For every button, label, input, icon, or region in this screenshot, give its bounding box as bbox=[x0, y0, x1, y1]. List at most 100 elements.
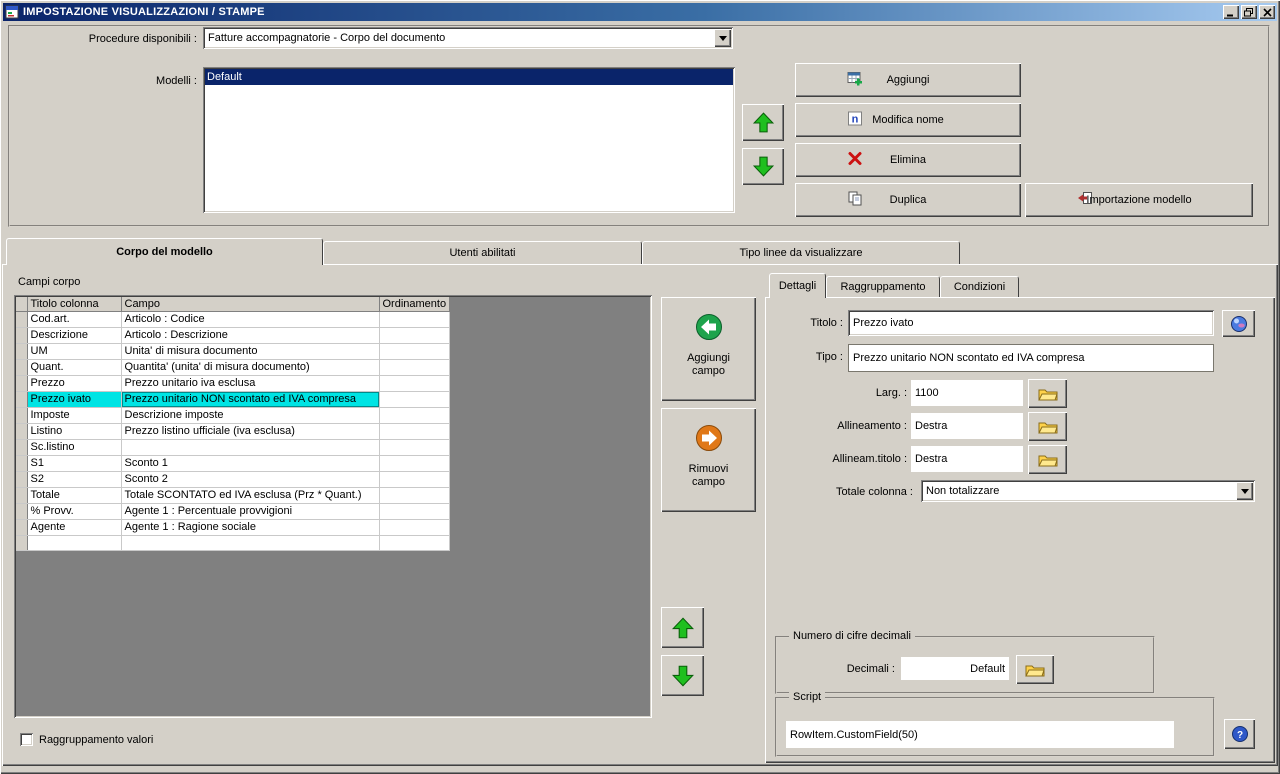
model-move-up-button[interactable] bbox=[742, 104, 784, 141]
modifica-nome-button[interactable]: n Modifica nome bbox=[795, 103, 1021, 137]
allineam-titolo-browse-button[interactable] bbox=[1028, 445, 1067, 474]
row-selector-cell[interactable] bbox=[16, 519, 28, 536]
grid-cell[interactable]: Prezzo listino ufficiale (iva esclusa) bbox=[121, 423, 380, 440]
tab-dettagli[interactable]: Dettagli bbox=[769, 273, 826, 298]
grid-cell[interactable]: Descrizione imposte bbox=[121, 407, 380, 424]
grid-cell[interactable]: Sconto 1 bbox=[121, 455, 380, 472]
modelli-listbox[interactable]: Default bbox=[203, 67, 735, 213]
grid-cell[interactable]: S2 bbox=[27, 471, 122, 488]
grid-cell[interactable]: Articolo : Descrizione bbox=[121, 327, 380, 344]
grid-cell[interactable]: S1 bbox=[27, 455, 122, 472]
grid-cell[interactable] bbox=[379, 423, 451, 440]
grid-cell[interactable] bbox=[121, 439, 380, 456]
aggiungi-button[interactable]: Aggiungi bbox=[795, 63, 1021, 97]
grid-cell[interactable] bbox=[379, 455, 451, 472]
grid-cell[interactable]: Descrizione bbox=[27, 327, 122, 344]
minimize-button[interactable] bbox=[1223, 5, 1239, 19]
tab-utenti-abilitati[interactable]: Utenti abilitati bbox=[323, 241, 642, 264]
campi-grid[interactable]: Titolo colonna Campo Ordinamento Cod.art… bbox=[14, 295, 652, 718]
table-row[interactable]: Prezzo ivato Prezzo unitario NON scontato… bbox=[16, 391, 451, 408]
grid-cell[interactable] bbox=[379, 375, 451, 392]
grid-cell[interactable] bbox=[379, 311, 451, 328]
grid-cell[interactable]: Prezzo unitario NON scontato ed IVA comp… bbox=[121, 391, 380, 408]
grid-cell[interactable]: Unita' di misura documento bbox=[121, 343, 380, 360]
grid-cell[interactable]: Agente bbox=[27, 519, 122, 536]
table-row[interactable]: UM Unita' di misura documento bbox=[16, 343, 451, 360]
campo-move-up-button[interactable] bbox=[661, 607, 704, 648]
grid-cell[interactable]: Prezzo unitario iva esclusa bbox=[121, 375, 380, 392]
grid-cell[interactable]: Sc.listino bbox=[27, 439, 122, 456]
tab-corpo-del-modello[interactable]: Corpo del modello bbox=[6, 238, 323, 265]
grid-cell[interactable] bbox=[379, 327, 451, 344]
row-selector-cell[interactable] bbox=[16, 503, 28, 520]
grid-cell[interactable]: Quantita' (unita' di misura documento) bbox=[121, 359, 380, 376]
allineamento-input[interactable] bbox=[911, 413, 1023, 439]
larg-browse-button[interactable] bbox=[1028, 379, 1067, 408]
grid-cell[interactable]: Listino bbox=[27, 423, 122, 440]
campo-move-down-button[interactable] bbox=[661, 655, 704, 696]
grid-cell[interactable] bbox=[379, 471, 451, 488]
grid-cell[interactable]: Prezzo bbox=[27, 375, 122, 392]
grid-cell[interactable]: Agente 1 : Percentuale provvigioni bbox=[121, 503, 380, 520]
table-row[interactable]: Quant. Quantita' (unita' di misura docume… bbox=[16, 359, 451, 376]
tab-raggruppamento[interactable]: Raggruppamento bbox=[826, 276, 940, 297]
table-row[interactable]: Prezzo Prezzo unitario iva esclusa bbox=[16, 375, 451, 392]
grid-cell[interactable]: Articolo : Codice bbox=[121, 311, 380, 328]
grid-cell[interactable]: UM bbox=[27, 343, 122, 360]
list-item[interactable]: Default bbox=[205, 69, 733, 85]
grid-cell[interactable] bbox=[379, 535, 451, 551]
grid-cell[interactable] bbox=[379, 359, 451, 376]
grid-cell[interactable] bbox=[379, 519, 451, 536]
table-row[interactable]: Imposte Descrizione imposte bbox=[16, 407, 451, 424]
elimina-button[interactable]: Elimina bbox=[795, 143, 1021, 177]
larg-input[interactable] bbox=[911, 380, 1023, 406]
grid-cell[interactable]: Totale bbox=[27, 487, 122, 504]
rimuovi-campo-button[interactable]: Rimuovi campo bbox=[661, 408, 756, 512]
table-row[interactable]: Cod.art. Articolo : Codice bbox=[16, 311, 451, 328]
raggruppamento-checkbox[interactable] bbox=[20, 733, 33, 746]
decimali-browse-button[interactable] bbox=[1016, 655, 1054, 684]
row-selector-cell[interactable] bbox=[16, 375, 28, 392]
grid-cell[interactable] bbox=[379, 343, 451, 360]
row-selector-cell[interactable] bbox=[16, 327, 28, 344]
row-selector-cell[interactable] bbox=[16, 471, 28, 488]
grid-cell[interactable]: Agente 1 : Ragione sociale bbox=[121, 519, 380, 536]
grid-cell[interactable] bbox=[27, 535, 122, 551]
row-selector-cell[interactable] bbox=[16, 359, 28, 376]
column-header-ordinamento[interactable]: Ordinamento bbox=[379, 297, 451, 312]
titolo-input[interactable] bbox=[848, 310, 1214, 336]
row-selector-cell[interactable] bbox=[16, 487, 28, 504]
restore-button[interactable] bbox=[1241, 5, 1257, 19]
grid-cell[interactable]: Sconto 2 bbox=[121, 471, 380, 488]
column-header-campo[interactable]: Campo bbox=[121, 297, 380, 312]
row-selector-cell[interactable] bbox=[16, 343, 28, 360]
totale-colonna-dropdown-button[interactable] bbox=[1236, 482, 1253, 500]
tab-tipo-linee[interactable]: Tipo linee da visualizzare bbox=[642, 241, 960, 264]
aggiungi-campo-button[interactable]: Aggiungi campo bbox=[661, 297, 756, 401]
column-header-titolo-colonna[interactable]: Titolo colonna bbox=[27, 297, 122, 312]
row-selector-cell[interactable] bbox=[16, 535, 28, 551]
row-selector-cell[interactable] bbox=[16, 407, 28, 424]
row-selector-cell[interactable] bbox=[16, 311, 28, 328]
grid-cell[interactable]: Totale SCONTATO ed IVA esclusa (Prz * Qu… bbox=[121, 487, 380, 504]
script-help-button[interactable]: ? bbox=[1224, 719, 1255, 749]
importazione-modello-button[interactable]: Importazione modello bbox=[1025, 183, 1253, 217]
grid-cell[interactable]: Quant. bbox=[27, 359, 122, 376]
row-selector-cell[interactable] bbox=[16, 439, 28, 456]
totale-colonna-combobox[interactable]: Non totalizzare bbox=[921, 480, 1255, 502]
row-selector-cell[interactable] bbox=[16, 423, 28, 440]
table-row[interactable]: Listino Prezzo listino ufficiale (iva esc… bbox=[16, 423, 451, 440]
grid-cell[interactable]: Imposte bbox=[27, 407, 122, 424]
close-button[interactable] bbox=[1259, 5, 1275, 19]
grid-cell[interactable] bbox=[379, 487, 451, 504]
grid-cell[interactable] bbox=[379, 391, 451, 408]
script-input[interactable] bbox=[786, 721, 1174, 748]
row-selector-cell[interactable] bbox=[16, 455, 28, 472]
table-row[interactable]: Descrizione Articolo : Descrizione bbox=[16, 327, 451, 344]
procedure-combobox[interactable]: Fatture accompagnatorie - Corpo del docu… bbox=[203, 27, 733, 49]
row-selector-cell[interactable] bbox=[16, 391, 28, 408]
allineam-titolo-input[interactable] bbox=[911, 446, 1023, 472]
grid-cell[interactable]: Cod.art. bbox=[27, 311, 122, 328]
table-row[interactable]: Agente Agente 1 : Ragione sociale bbox=[16, 519, 451, 536]
grid-cell[interactable]: % Provv. bbox=[27, 503, 122, 520]
